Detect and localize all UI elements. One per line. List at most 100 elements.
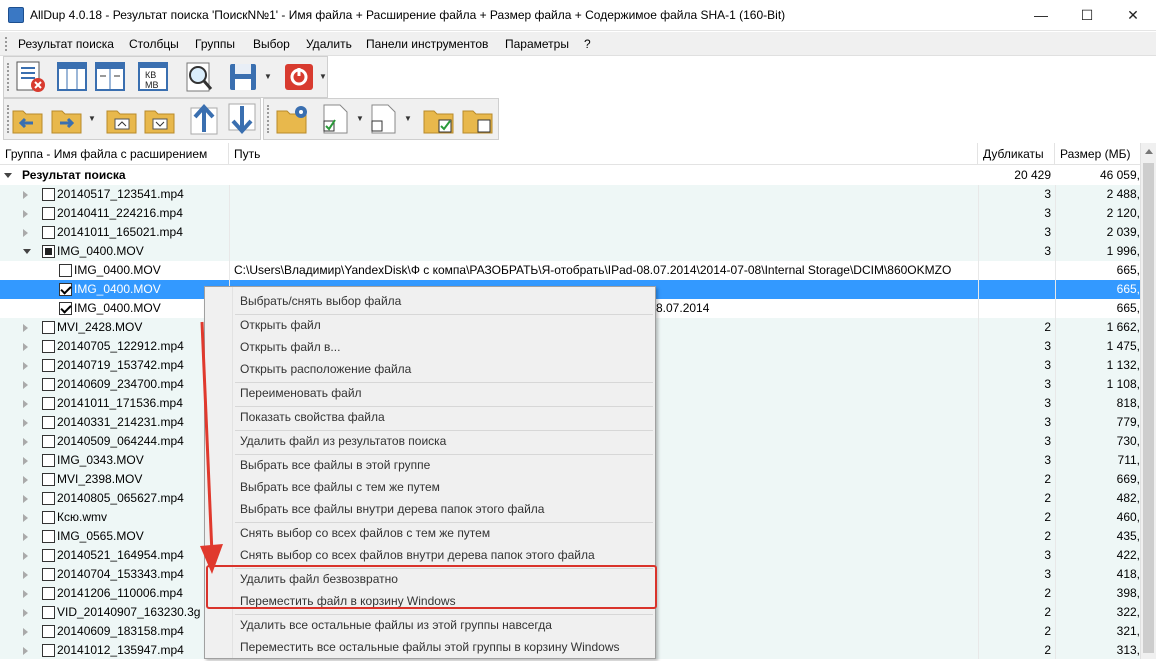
context-menu-item[interactable]: Удалить все остальные файлы из этой груп…: [240, 618, 552, 632]
context-menu-item[interactable]: Открыть расположение файла: [240, 362, 411, 376]
row-checkbox[interactable]: [42, 606, 55, 619]
row-checkbox[interactable]: [42, 378, 55, 391]
row-checkbox[interactable]: [42, 568, 55, 581]
row-checkbox[interactable]: [42, 245, 55, 258]
expand-arrow-icon[interactable]: [23, 381, 28, 389]
context-menu-item[interactable]: Переместить все остальные файлы этой гру…: [240, 640, 620, 654]
context-menu-item[interactable]: Снять выбор со всех файлов с тем же путе…: [240, 526, 490, 540]
expand-arrow-icon[interactable]: [23, 495, 28, 503]
row-checkbox[interactable]: [42, 530, 55, 543]
expand-arrow-icon[interactable]: [23, 229, 28, 237]
group-row[interactable]: IMG_0400.MOV 3 1 996,: [0, 242, 1140, 261]
expand-arrow-icon[interactable]: [23, 457, 28, 465]
vertical-scrollbar[interactable]: [1140, 143, 1156, 659]
expand-arrow-icon[interactable]: [23, 514, 28, 522]
expand-arrow-icon[interactable]: [23, 191, 28, 199]
row-checkbox[interactable]: [42, 397, 55, 410]
collapse-groups-icon[interactable]: [105, 103, 139, 135]
group-row[interactable]: 20140517_123541.mp4 3 2 488,: [0, 185, 1140, 204]
row-checkbox[interactable]: [42, 492, 55, 505]
maximize-button[interactable]: ☐: [1064, 0, 1110, 31]
size-units-icon[interactable]: КВ МВ: [137, 61, 171, 93]
column-size-header[interactable]: Размер (МБ): [1055, 143, 1140, 165]
row-checkbox[interactable]: [42, 416, 55, 429]
expand-arrow-icon[interactable]: [23, 609, 28, 617]
menu-groups[interactable]: Группы: [195, 37, 235, 51]
file-row[interactable]: IMG_0400.MOV C:\Users\Владимир\YandexDisk…: [0, 261, 1140, 280]
expand-arrow-icon[interactable]: [23, 476, 28, 484]
expand-groups-icon[interactable]: [143, 103, 177, 135]
row-checkbox[interactable]: [42, 340, 55, 353]
column-name-header[interactable]: Группа - Имя файла с расширением: [0, 143, 229, 165]
select-folder-icon[interactable]: [422, 103, 456, 135]
column-path-header[interactable]: Путь: [229, 143, 978, 165]
context-menu-item[interactable]: Открыть файл в...: [240, 340, 340, 354]
column-width-icon[interactable]: [94, 61, 128, 93]
expand-arrow-icon[interactable]: [23, 419, 28, 427]
row-checkbox[interactable]: [42, 454, 55, 467]
expand-arrow-icon[interactable]: [23, 647, 28, 655]
context-menu-item[interactable]: Выбрать/снять выбор файла: [240, 294, 401, 308]
row-checkbox[interactable]: [42, 435, 55, 448]
menu-select[interactable]: Выбор: [253, 37, 290, 51]
folder-settings-icon[interactable]: [275, 103, 311, 135]
row-checkbox[interactable]: [42, 587, 55, 600]
expand-arrow-icon[interactable]: [23, 590, 28, 598]
expand-arrow-icon[interactable]: [23, 210, 28, 218]
expand-arrow-icon[interactable]: [23, 571, 28, 579]
row-checkbox[interactable]: [59, 302, 72, 315]
summary-row[interactable]: Результат поиска 20 429 46 059,: [0, 166, 1140, 185]
move-down-icon[interactable]: [225, 102, 259, 136]
row-checkbox[interactable]: [59, 283, 72, 296]
context-menu-item[interactable]: Выбрать все файлы внутри дерева папок эт…: [240, 502, 544, 516]
stop-icon[interactable]: [282, 60, 316, 94]
menu-search-result[interactable]: Результат поиска: [18, 37, 114, 51]
unselect-files-icon[interactable]: [368, 103, 398, 135]
expand-arrow-icon[interactable]: [23, 400, 28, 408]
group-row[interactable]: 20141011_165021.mp4 3 2 039,: [0, 223, 1140, 242]
unselect-dropdown-icon[interactable]: ▼: [404, 114, 412, 123]
row-checkbox[interactable]: [42, 644, 55, 657]
menu-help[interactable]: ?: [584, 37, 591, 51]
context-menu-item[interactable]: Удалить файл из результатов поиска: [240, 434, 446, 448]
menu-toolbars[interactable]: Панели инструментов: [366, 37, 488, 51]
select-dropdown-icon[interactable]: ▼: [356, 114, 364, 123]
expand-arrow-icon[interactable]: [23, 438, 28, 446]
back-folder-icon[interactable]: [11, 103, 45, 135]
row-checkbox[interactable]: [42, 625, 55, 638]
menu-settings[interactable]: Параметры: [505, 37, 569, 51]
row-checkbox[interactable]: [42, 549, 55, 562]
context-menu-item[interactable]: Переименовать файл: [240, 386, 362, 400]
context-menu-item[interactable]: Показать свойства файла: [240, 410, 385, 424]
save-dropdown-icon[interactable]: ▼: [264, 72, 272, 81]
save-icon[interactable]: [226, 60, 260, 94]
menu-delete[interactable]: Удалить: [306, 37, 352, 51]
row-checkbox[interactable]: [42, 473, 55, 486]
column-dups-header[interactable]: Дубликаты: [978, 143, 1055, 165]
row-checkbox[interactable]: [42, 359, 55, 372]
expand-arrow-icon[interactable]: [23, 343, 28, 351]
context-menu-item[interactable]: Открыть файл: [240, 318, 321, 332]
expand-arrow-icon[interactable]: [23, 628, 28, 636]
forward-folder-icon[interactable]: [50, 103, 84, 135]
expand-arrow-icon[interactable]: [23, 533, 28, 541]
menu-columns[interactable]: Столбцы: [129, 37, 179, 51]
scroll-thumb[interactable]: [1143, 163, 1154, 653]
context-menu-item[interactable]: Выбрать все файлы с тем же путем: [240, 480, 440, 494]
stop-dropdown-icon[interactable]: ▼: [319, 72, 327, 81]
unselect-folder-icon[interactable]: [461, 103, 495, 135]
row-checkbox[interactable]: [42, 188, 55, 201]
collapse-arrow-icon[interactable]: [4, 173, 12, 178]
select-files-icon[interactable]: [320, 103, 350, 135]
forward-dropdown-icon[interactable]: ▼: [88, 114, 96, 123]
context-menu-item[interactable]: Выбрать все файлы в этой группе: [240, 458, 430, 472]
expand-arrow-icon[interactable]: [23, 362, 28, 370]
close-button[interactable]: ✕: [1110, 0, 1156, 31]
row-checkbox[interactable]: [59, 264, 72, 277]
columns-icon[interactable]: [56, 61, 90, 93]
row-checkbox[interactable]: [42, 321, 55, 334]
group-row[interactable]: 20140411_224216.mp4 3 2 120,: [0, 204, 1140, 223]
expand-arrow-icon[interactable]: [23, 324, 28, 332]
move-up-icon[interactable]: [187, 102, 221, 136]
context-menu-item[interactable]: Снять выбор со всех файлов внутри дерева…: [240, 548, 595, 562]
